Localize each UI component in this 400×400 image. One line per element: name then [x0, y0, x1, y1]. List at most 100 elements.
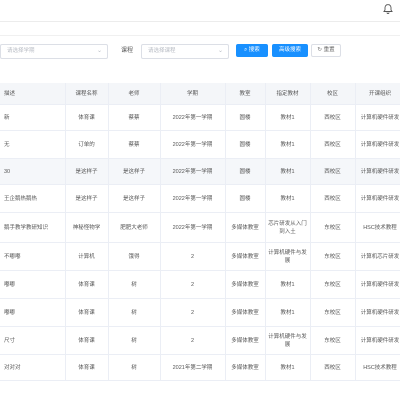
column-divider	[310, 271, 311, 298]
column-header[interactable]: 学期	[160, 83, 225, 104]
column-divider	[108, 159, 109, 184]
refresh-icon: ↻	[317, 47, 323, 53]
column-divider	[108, 355, 109, 380]
table-cell: 2022年第一学期	[172, 114, 213, 121]
column-divider	[108, 131, 109, 158]
column-divider	[310, 131, 311, 158]
column-divider	[310, 327, 311, 354]
table-cell: 芯片研发从入门到入土	[268, 220, 307, 235]
column-divider	[355, 271, 356, 298]
column-divider	[65, 271, 66, 298]
course-select-placeholder: 请选择课程	[148, 48, 176, 54]
column-divider	[225, 327, 226, 354]
table-cell: 2	[190, 337, 195, 344]
table-row[interactable]: 王企鹅热鹅热 是这样子 是这样子 2022年第一学期 圆楼 教材1 西校区 计算机硬件研发	[0, 185, 400, 213]
table-cell: 东校区	[324, 253, 341, 260]
table-row[interactable]: 新 体育课 蔡蔡 2022年第一学期 圆楼 教材1 西校区 计算机硬件研发	[0, 105, 400, 131]
column-divider	[65, 355, 66, 380]
column-divider	[225, 131, 226, 158]
column-divider	[225, 185, 226, 212]
course-label: 课程	[121, 48, 134, 54]
table-cell: 计算机	[78, 253, 95, 260]
column-divider	[265, 105, 266, 130]
table-cell: 嘟嘟	[4, 281, 16, 288]
column-divider	[65, 105, 66, 130]
column-divider	[310, 355, 311, 380]
column-divider	[310, 213, 311, 242]
table-cell: 计算机硬件研发	[360, 281, 400, 288]
table-cell: 圆楼	[239, 114, 251, 121]
column-header[interactable]: 描述	[0, 83, 65, 104]
table-row[interactable]: 无 订单的 蔡蔡 2022年第一学期 圆楼 教材1 西校区 计算机硬件研发	[0, 131, 400, 159]
column-divider	[355, 213, 356, 242]
column-header[interactable]: 开课组织	[355, 83, 400, 104]
column-header[interactable]: 校区	[310, 83, 355, 104]
table-cell: 多媒体教室	[231, 364, 259, 371]
chevron-down-icon: ⌄	[96, 48, 102, 54]
column-divider	[65, 185, 66, 212]
table-cell: 教材1	[280, 195, 295, 202]
column-divider	[355, 327, 356, 354]
chevron-down-icon: ⌄	[217, 48, 223, 54]
table-row[interactable]: 嘟嘟 体育课 树 2 多媒体教室 教材1 东校区 计算机硬件研发	[0, 299, 400, 327]
column-header[interactable]: 老师	[108, 83, 160, 104]
column-divider	[160, 271, 161, 298]
tags-bar	[0, 22, 400, 36]
column-divider	[160, 159, 161, 184]
table-cell: 2022年第一学期	[172, 141, 213, 148]
table-cell: 东校区	[324, 337, 341, 344]
course-select[interactable]: 请选择课程 ⌄	[141, 44, 229, 59]
table-cell: 西校区	[324, 114, 341, 121]
column-divider	[310, 299, 311, 326]
search-icon: ⌕	[244, 47, 248, 53]
table-cell: 体育课	[78, 364, 95, 371]
column-divider	[310, 185, 311, 212]
table-cell: 计算机硬件研发	[360, 195, 400, 202]
table-cell: 计算机硬件研发	[360, 337, 400, 344]
column-divider	[355, 105, 356, 130]
column-divider	[225, 213, 226, 242]
advanced-search-button[interactable]: 高级搜索	[272, 44, 308, 57]
table-cell: 2	[190, 253, 195, 260]
column-divider	[265, 83, 266, 104]
reset-button[interactable]: ↻ 重置	[311, 44, 341, 57]
table-cell: 鹅手教学教研知识	[4, 224, 49, 231]
table-cell: 树	[131, 337, 137, 344]
table-cell: 是这样子	[122, 195, 145, 202]
table-row[interactable]: 不嘟嘟 计算机 饿得 2 多媒体教室 计算机硬件与发展 东校区 计算机芯片研发	[0, 243, 400, 271]
table-cell: 体育课	[78, 309, 95, 316]
table-cell: 圆楼	[239, 141, 251, 148]
table-row[interactable]: 嘟嘟 体育课 树 2 多媒体教室 教材1 东校区 计算机硬件研发	[0, 271, 400, 299]
column-header[interactable]: 指定教材	[265, 83, 310, 104]
table-cell: 饿得	[128, 253, 140, 260]
table-cell: 体育课	[78, 114, 95, 121]
table-cell: 多媒体教室	[231, 309, 259, 316]
semester-select-placeholder: 请选择学期	[7, 48, 35, 54]
column-divider	[108, 299, 109, 326]
table-cell: 教材1	[280, 309, 295, 316]
table-cell: 西校区	[324, 364, 341, 371]
table-row[interactable]: 对对对 体育课 树 2021年第二学期 多媒体教室 教材1 西校区 HSC技术教程	[0, 355, 400, 381]
table-cell: 计算机硬件与发展	[268, 333, 307, 348]
column-divider	[225, 271, 226, 298]
column-divider	[355, 159, 356, 184]
column-header[interactable]: 教室	[225, 83, 265, 104]
table-row[interactable]: 30 是这样子 是这样子 2022年第一学期 圆楼 教材1 西校区 计算机硬件研发	[0, 159, 400, 185]
table-cell: 2	[190, 309, 195, 316]
search-button[interactable]: ⌕ 搜索	[236, 44, 268, 57]
table-cell: 计算机硬件与发展	[268, 249, 307, 264]
column-divider	[65, 299, 66, 326]
column-divider	[265, 243, 266, 270]
table-cell: HSC技术教程	[363, 364, 397, 371]
table-row[interactable]: 鹅手教学教研知识 神秘怪物学 肥肥大老师 2022年第一学期 多媒体教室 芯片研发从入门到…	[0, 213, 400, 243]
column-divider	[355, 299, 356, 326]
table-cell: 西校区	[324, 168, 341, 175]
table-cell: 无	[4, 141, 10, 148]
semester-select[interactable]: 请选择学期 ⌄	[0, 44, 108, 59]
table-cell: 嘟嘟	[4, 309, 16, 316]
bell-icon[interactable]	[382, 3, 394, 15]
table-cell: 新	[4, 114, 10, 121]
table-row[interactable]: 尺寸 体育课 树 2 多媒体教室 计算机硬件与发展 东校区 计算机硬件研发	[0, 327, 400, 355]
column-header[interactable]: 课程名称	[65, 83, 108, 104]
table-cell: 圆楼	[239, 195, 251, 202]
